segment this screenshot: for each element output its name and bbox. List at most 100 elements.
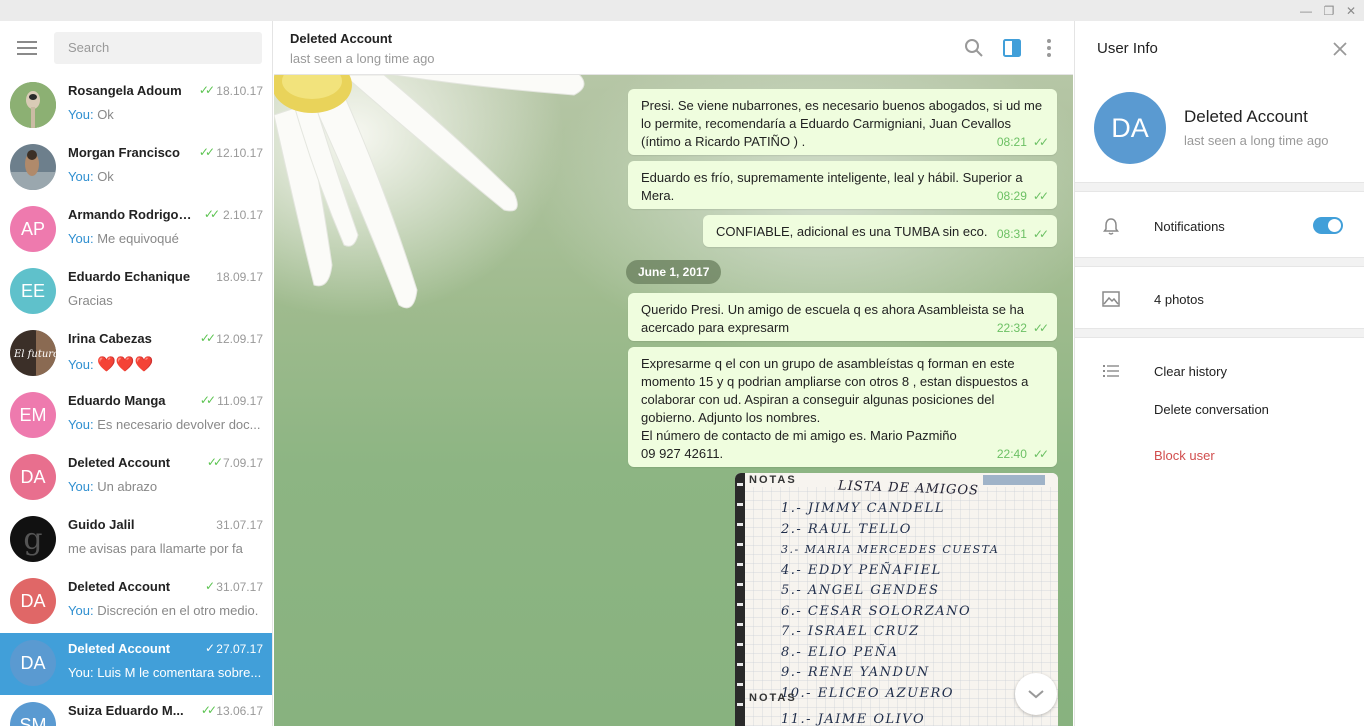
chat-sidebar: Search Rosangela Adoum ✓✓ 18.10.17 You: … [0, 21, 273, 726]
avatar [10, 144, 56, 190]
chat-item-irina-cabezas[interactable]: El futuro Irina Cabezas ✓✓ 12.09.17 You:… [0, 323, 272, 385]
info-panel-toggle-icon[interactable] [1001, 37, 1023, 59]
message-time: 08:21 [996, 135, 1027, 149]
search-icon[interactable] [963, 37, 985, 59]
delete-conversation-button[interactable]: Delete conversation [1154, 402, 1269, 417]
read-checkmarks-icon: ✓✓ [1032, 135, 1049, 149]
chat-name: Guido Jalil [68, 517, 135, 532]
message-time: 22:40 [996, 447, 1027, 461]
peer-status: last seen a long time ago [290, 51, 435, 66]
chat-item-deleted-account-1[interactable]: DA Deleted Account ✓✓ 7.09.17 You: Un ab… [0, 447, 272, 509]
list-item: 11.- JAIME OLIVO [781, 712, 926, 726]
notifications-label[interactable]: Notifications [1154, 219, 1225, 234]
read-checkmarks-icon: ✓✓ [199, 331, 216, 345]
hamburger-menu-icon[interactable] [17, 41, 37, 55]
chat-preview: You: Me equivoqué [68, 231, 264, 246]
message-bubble[interactable]: Eduardo es frío, supremamente inteligent… [628, 161, 1057, 209]
close-glyph: ✕ [1345, 3, 1357, 18]
chat-item-suiza-eduardo[interactable]: SM Suiza Eduardo M... ✓✓ 13.06.17 [0, 695, 272, 726]
chat-item-eduardo-manga[interactable]: EM Eduardo Manga ✓✓ 11.09.17 You: Es nec… [0, 385, 272, 447]
sent-checkmark-icon: ✓ [204, 579, 215, 593]
chat-preview: You: Es necesario devolver doc... [68, 417, 264, 432]
read-checkmarks-icon: ✓✓ [199, 393, 216, 407]
avatar: g [10, 516, 56, 562]
read-checkmarks-icon: ✓✓ [1032, 321, 1049, 335]
chat-name: Armando Rodrigo ... [68, 207, 192, 222]
chat-name: Rosangela Adoum [68, 83, 182, 98]
message-bubble[interactable]: CONFIABLE, adicional es una TUMBA sin ec… [703, 215, 1057, 247]
message-meta: 08:29 ✓✓ [997, 187, 1049, 205]
you-label: You: [68, 665, 94, 680]
chat-item-armando-rodrigo[interactable]: AP Armando Rodrigo ... ✓✓ 2.10.17 You: M… [0, 199, 272, 261]
search-input[interactable]: Search [54, 32, 262, 64]
message-meta: 22:40 ✓✓ [996, 445, 1049, 463]
chat-preview: You: ❤️❤️❤️ [68, 355, 264, 373]
chat-date: 18.10.17 [216, 84, 263, 98]
conversation-panel: Deleted Account last seen a long time ag… [274, 21, 1073, 726]
avatar: EM [10, 392, 56, 438]
chat-name: Deleted Account [68, 641, 171, 656]
list-item: 9.- RENE YANDUN [781, 665, 930, 680]
chat-item-morgan-francisco[interactable]: Morgan Francisco ✓✓ 12.10.17 You: Ok [0, 137, 272, 199]
chat-date: 18.09.17 [216, 270, 263, 284]
conversation-header: Deleted Account last seen a long time ag… [274, 21, 1073, 75]
avatar: DA [10, 640, 56, 686]
chat-name: Eduardo Manga [68, 393, 166, 408]
chat-list: Rosangela Adoum ✓✓ 18.10.17 You: Ok Morg… [0, 75, 272, 726]
clear-history-button[interactable]: Clear history [1154, 364, 1227, 379]
chat-preview: You: Luis M le comentara sobre... [68, 665, 264, 680]
read-checkmarks-icon: ✓✓ [1032, 189, 1049, 203]
scroll-to-bottom-button[interactable] [1015, 673, 1057, 715]
svg-text:El futuro: El futuro [13, 349, 56, 360]
more-options-icon[interactable] [1038, 37, 1060, 59]
list-item: 5.- ANGEL GENDES [781, 583, 940, 598]
notifications-toggle[interactable] [1313, 217, 1343, 234]
you-label: You: [68, 107, 94, 122]
chat-item-rosangela-adoum[interactable]: Rosangela Adoum ✓✓ 18.10.17 You: Ok [0, 75, 272, 137]
message-bubble[interactable]: Querido Presi. Un amigo de escuela q es … [628, 293, 1057, 341]
close-icon[interactable] [1331, 40, 1349, 58]
panel-title: User Info [1097, 40, 1158, 57]
you-label: You: [68, 603, 94, 618]
profile-avatar[interactable]: DA [1094, 92, 1166, 164]
chat-name: Morgan Francisco [68, 145, 180, 160]
shared-photos-link[interactable]: 4 photos [1154, 292, 1204, 307]
avatar: EE [10, 268, 56, 314]
chat-date: 12.10.17 [216, 146, 263, 160]
avatar: AP [10, 206, 56, 252]
block-user-button[interactable]: Block user [1154, 448, 1215, 463]
chat-name: Deleted Account [68, 579, 171, 594]
chat-preview: You: Ok [68, 107, 264, 122]
you-label: You: [68, 417, 94, 432]
preview-text: Es necesario devolver doc... [97, 417, 261, 432]
you-label: You: [68, 479, 94, 494]
user-info-panel: User Info DA Deleted Account last seen a… [1074, 21, 1364, 726]
preview-text: Ok [97, 169, 114, 184]
message-text: Querido Presi. Un amigo de escuela q es … [641, 302, 1028, 335]
list-icon [1101, 361, 1121, 381]
chat-item-guido-jalil[interactable]: g Guido Jalil 31.07.17 me avisas para ll… [0, 509, 272, 571]
chat-date: 31.07.17 [216, 580, 263, 594]
photo-message[interactable]: NOTAS LISTA DE AMIGOS 1.- JIMMY CANDELL … [735, 473, 1058, 726]
preview-text: me avisas para llamarte por fa [68, 541, 243, 556]
peer-name[interactable]: Deleted Account [290, 31, 392, 46]
chat-item-eduardo-echanique[interactable]: EE Eduardo Echanique 18.09.17 Gracias [0, 261, 272, 323]
preview-text: Luis M le comentara sobre... [97, 665, 262, 680]
close-window-icon[interactable]: ✕ [1338, 0, 1364, 21]
message-meta: 08:21 ✓✓ [996, 133, 1049, 151]
message-bubble[interactable]: Presi. Se viene nubarrones, es necesario… [628, 89, 1057, 155]
daisy-wallpaper-image [274, 75, 585, 309]
chat-item-deleted-account-active[interactable]: DA Deleted Account ✓ 27.07.17 You: Luis … [0, 633, 272, 695]
list-item: 6.- CESAR SOLORZANO [781, 603, 972, 619]
date-separator: June 1, 2017 [626, 260, 722, 284]
chat-item-deleted-account-2[interactable]: DA Deleted Account ✓ 31.07.17 You: Discr… [0, 571, 272, 633]
list-item: 8.- ELIO PEÑA [781, 644, 899, 660]
list-item: 3.- MARIA MERCEDES CUESTA [781, 543, 1000, 556]
section-divider [1075, 328, 1364, 338]
read-checkmarks-icon: ✓✓ [206, 455, 223, 469]
message-bubble[interactable]: Expresarme q el con un grupo de asambleí… [628, 347, 1057, 467]
chat-date: 7.09.17 [222, 456, 263, 470]
title-bar: — ❐ ✕ [0, 0, 1364, 21]
chat-preview: Gracias [68, 293, 264, 308]
message-text: Presi. Se viene nubarrones, es necesario… [641, 98, 1046, 149]
